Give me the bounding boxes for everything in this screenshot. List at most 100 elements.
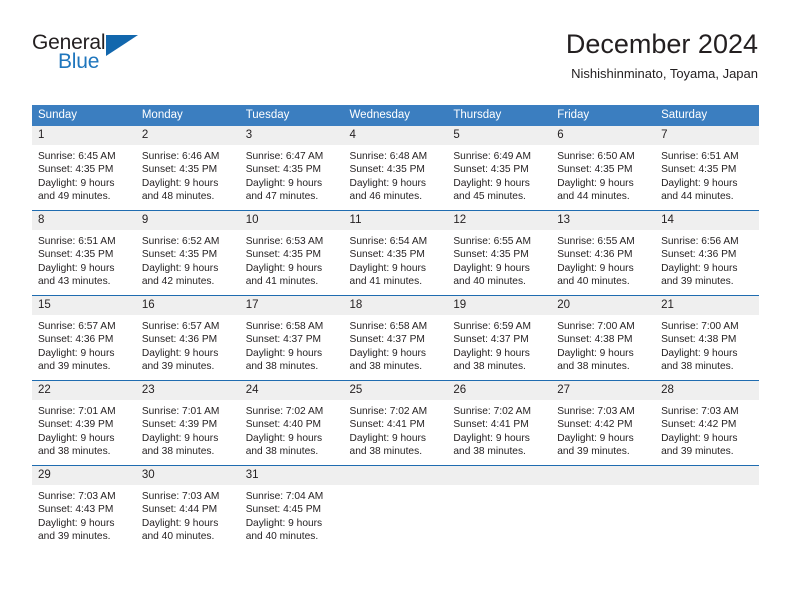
day-detail-daylight-line1: Daylight: 9 hours (245, 432, 323, 444)
calendar-day-cell[interactable]: 2 Sunrise: 6:46 AM Sunset: 4:35 PM Daylight… (135, 126, 240, 211)
day-detail-sunrise: Sunrise: 6:48 AM (349, 151, 428, 162)
day-detail-daylight-line1: Daylight: 9 hours (661, 347, 738, 359)
day-detail-sunset: Sunset: 4:35 PM (349, 164, 425, 176)
day-number: 23 (135, 381, 240, 400)
day-details: Sunrise: 6:57 AM Sunset: 4:36 PM Daylight:… (32, 315, 136, 374)
calendar-day-cell[interactable]: 6 Sunrise: 6:50 AM Sunset: 4:35 PM Daylight… (551, 126, 656, 211)
day-number: 31 (239, 466, 344, 485)
day-detail-daylight-line2: and 41 minutes. (349, 276, 423, 288)
day-detail-daylight-line1: Daylight: 9 hours (453, 347, 530, 359)
day-cell-content: 27 Sunrise: 7:03 AM Sunset: 4:42 PM Dayligh… (551, 381, 656, 465)
day-detail-daylight-line2: and 40 minutes. (245, 531, 319, 543)
day-detail-sunrise: Sunrise: 7:01 AM (141, 406, 220, 417)
day-details: Sunrise: 6:51 AM Sunset: 4:35 PM Daylight:… (655, 145, 759, 204)
calendar-day-cell[interactable] (447, 465, 552, 550)
calendar-day-cell[interactable]: 22 Sunrise: 7:01 AM Sunset: 4:39 PM Dayligh… (32, 380, 136, 466)
calendar-day-cell[interactable]: 25 Sunrise: 7:02 AM Sunset: 4:41 PM Dayligh… (343, 380, 448, 466)
day-details: Sunrise: 6:58 AM Sunset: 4:37 PM Daylight:… (240, 315, 344, 374)
calendar-day-cell[interactable]: 27 Sunrise: 7:03 AM Sunset: 4:42 PM Dayligh… (551, 380, 656, 466)
day-detail-sunset: Sunset: 4:44 PM (141, 504, 218, 516)
calendar-page: General Blue December 2024 Nishishinmina… (0, 0, 792, 612)
calendar-day-cell[interactable]: 15 Sunrise: 6:57 AM Sunset: 4:36 PM Dayligh… (32, 295, 136, 381)
calendar-day-cell[interactable]: 21 Sunrise: 7:00 AM Sunset: 4:38 PM Dayligh… (655, 295, 759, 381)
calendar-day-cell[interactable]: 9 Sunrise: 6:52 AM Sunset: 4:35 PM Daylight… (135, 210, 240, 296)
calendar-day-cell[interactable]: 13 Sunrise: 6:55 AM Sunset: 4:36 PM Dayligh… (551, 210, 656, 296)
calendar-day-cell[interactable]: 16 Sunrise: 6:57 AM Sunset: 4:36 PM Dayligh… (135, 295, 240, 381)
calendar-day-cell[interactable]: 5 Sunrise: 6:49 AM Sunset: 4:35 PM Daylight… (447, 126, 552, 211)
day-detail-sunrise: Sunrise: 7:02 AM (245, 406, 324, 417)
day-detail-sunset: Sunset: 4:35 PM (141, 249, 218, 261)
calendar-day-cell[interactable]: 17 Sunrise: 6:58 AM Sunset: 4:37 PM Dayligh… (239, 295, 344, 381)
day-number: 5 (447, 126, 552, 145)
day-details: Sunrise: 7:03 AM Sunset: 4:43 PM Daylight:… (32, 485, 136, 544)
day-detail-daylight-line2: and 40 minutes. (557, 276, 630, 288)
day-detail-sunrise: Sunrise: 7:00 AM (661, 321, 739, 332)
calendar-day-cell[interactable]: 30 Sunrise: 7:03 AM Sunset: 4:44 PM Dayligh… (135, 465, 240, 550)
day-detail-daylight-line2: and 43 minutes. (38, 276, 111, 288)
day-detail-sunset: Sunset: 4:40 PM (245, 419, 322, 431)
day-number: 24 (239, 381, 344, 400)
calendar-day-cell[interactable]: 7 Sunrise: 6:51 AM Sunset: 4:35 PM Daylight… (655, 126, 759, 211)
day-number: 28 (655, 381, 759, 400)
calendar-day-cell[interactable]: 12 Sunrise: 6:55 AM Sunset: 4:35 PM Dayligh… (447, 210, 552, 296)
calendar-day-cell[interactable]: 10 Sunrise: 6:53 AM Sunset: 4:35 PM Dayligh… (239, 210, 344, 296)
calendar-day-cell[interactable]: 31 Sunrise: 7:04 AM Sunset: 4:45 PM Dayligh… (239, 465, 344, 550)
day-detail-sunset: Sunset: 4:35 PM (557, 164, 633, 176)
weekday-header-thursday: Thursday (447, 105, 552, 126)
day-detail-sunrise: Sunrise: 7:03 AM (38, 491, 116, 502)
calendar-day-cell[interactable]: 1 Sunrise: 6:45 AM Sunset: 4:35 PM Daylight… (32, 126, 136, 211)
calendar-day-cell[interactable]: 19 Sunrise: 6:59 AM Sunset: 4:37 PM Dayligh… (447, 295, 552, 381)
day-cell-content: 5 Sunrise: 6:49 AM Sunset: 4:35 PM Daylight… (447, 126, 552, 210)
calendar-body: 1 Sunrise: 6:45 AM Sunset: 4:35 PM Daylight… (32, 126, 759, 550)
calendar-day-cell[interactable] (343, 465, 448, 550)
calendar-day-cell[interactable]: 18 Sunrise: 6:58 AM Sunset: 4:37 PM Dayligh… (343, 295, 448, 381)
day-detail-sunset: Sunset: 4:37 PM (453, 334, 529, 346)
calendar-day-cell[interactable]: 29 Sunrise: 7:03 AM Sunset: 4:43 PM Dayligh… (32, 465, 136, 550)
day-number: 29 (32, 466, 136, 485)
calendar-day-cell[interactable]: 11 Sunrise: 6:54 AM Sunset: 4:35 PM Dayligh… (343, 210, 448, 296)
weekday-header-wednesday: Wednesday (343, 105, 448, 126)
calendar-day-cell[interactable] (551, 465, 656, 550)
day-cell-content: 1 Sunrise: 6:45 AM Sunset: 4:35 PM Daylight… (32, 126, 136, 210)
day-details: Sunrise: 6:53 AM Sunset: 4:35 PM Daylight:… (240, 230, 344, 289)
calendar-week-row: 22 Sunrise: 7:01 AM Sunset: 4:39 PM Dayligh… (32, 380, 759, 466)
day-detail-sunset: Sunset: 4:35 PM (245, 164, 322, 176)
calendar-day-cell[interactable]: 14 Sunrise: 6:56 AM Sunset: 4:36 PM Dayligh… (655, 210, 759, 296)
general-blue-logo: General Blue (32, 32, 162, 80)
calendar-day-cell[interactable]: 26 Sunrise: 7:02 AM Sunset: 4:41 PM Dayligh… (447, 380, 552, 466)
day-detail-sunrise: Sunrise: 7:03 AM (141, 491, 220, 502)
day-number: 11 (343, 211, 448, 230)
day-cell-content (447, 466, 552, 550)
calendar-day-cell[interactable]: 8 Sunrise: 6:51 AM Sunset: 4:35 PM Daylight… (32, 210, 136, 296)
day-detail-sunset: Sunset: 4:38 PM (661, 334, 737, 346)
day-detail-sunset: Sunset: 4:35 PM (38, 249, 114, 261)
calendar-day-cell[interactable]: 20 Sunrise: 7:00 AM Sunset: 4:38 PM Dayligh… (551, 295, 656, 381)
day-number: 16 (135, 296, 240, 315)
day-number: 10 (239, 211, 344, 230)
day-number: 20 (551, 296, 656, 315)
day-number: 8 (32, 211, 136, 230)
day-cell-content: 13 Sunrise: 6:55 AM Sunset: 4:36 PM Dayligh… (551, 211, 656, 295)
day-number: 13 (551, 211, 656, 230)
calendar-day-cell[interactable]: 24 Sunrise: 7:02 AM Sunset: 4:40 PM Dayligh… (239, 380, 344, 466)
calendar-week-row: 15 Sunrise: 6:57 AM Sunset: 4:36 PM Dayligh… (32, 295, 759, 381)
day-detail-daylight-line1: Daylight: 9 hours (245, 347, 323, 359)
day-detail-sunrise: Sunrise: 7:01 AM (38, 406, 116, 417)
calendar-day-cell[interactable]: 28 Sunrise: 7:03 AM Sunset: 4:42 PM Dayligh… (655, 380, 759, 466)
calendar-day-cell[interactable]: 23 Sunrise: 7:01 AM Sunset: 4:39 PM Dayligh… (135, 380, 240, 466)
day-details: Sunrise: 6:51 AM Sunset: 4:35 PM Daylight:… (32, 230, 136, 289)
day-detail-daylight-line2: and 40 minutes. (141, 531, 215, 543)
logo-text-blue: Blue (58, 50, 100, 73)
day-detail-sunrise: Sunrise: 6:47 AM (245, 151, 324, 162)
calendar-day-cell[interactable]: 3 Sunrise: 6:47 AM Sunset: 4:35 PM Daylight… (239, 126, 344, 211)
day-detail-daylight-line1: Daylight: 9 hours (453, 432, 530, 444)
day-detail-daylight-line2: and 38 minutes. (661, 361, 734, 373)
day-cell-content: 22 Sunrise: 7:01 AM Sunset: 4:39 PM Dayligh… (32, 381, 136, 465)
day-detail-daylight-line1: Daylight: 9 hours (557, 432, 634, 444)
day-detail-daylight-line1: Daylight: 9 hours (245, 262, 323, 274)
calendar-day-cell[interactable] (655, 465, 759, 550)
weekday-header-monday: Monday (135, 105, 240, 126)
day-cell-content: 14 Sunrise: 6:56 AM Sunset: 4:36 PM Dayligh… (655, 211, 759, 295)
day-details: Sunrise: 7:00 AM Sunset: 4:38 PM Daylight:… (551, 315, 655, 374)
calendar-day-cell[interactable]: 4 Sunrise: 6:48 AM Sunset: 4:35 PM Daylight… (343, 126, 448, 211)
